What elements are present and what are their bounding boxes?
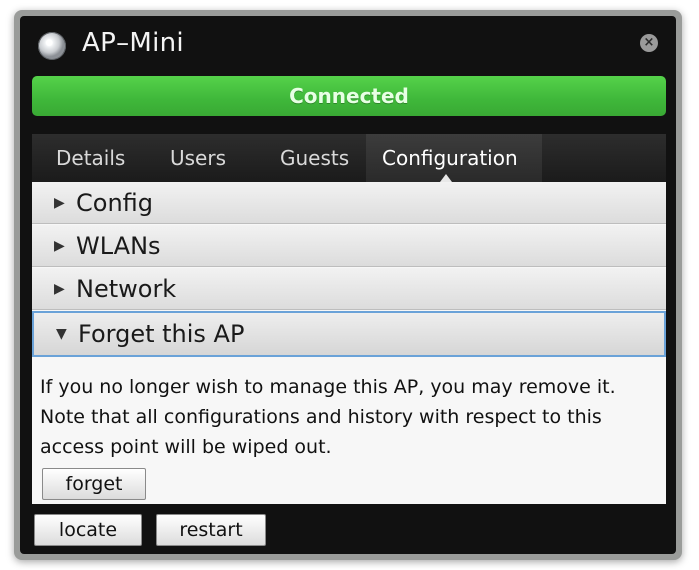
section-label: Config bbox=[76, 189, 154, 217]
tab-details[interactable]: Details bbox=[40, 134, 141, 182]
close-icon[interactable]: × bbox=[640, 34, 658, 52]
ap-device-icon bbox=[38, 32, 66, 60]
chevron-right-icon: ▶ bbox=[54, 195, 65, 211]
tab-users[interactable]: Users bbox=[154, 134, 242, 182]
section-forget-ap-header[interactable]: ▼ Forget this AP bbox=[32, 311, 666, 357]
forget-ap-description: If you no longer wish to manage this AP,… bbox=[40, 376, 616, 458]
tab-guests[interactable]: Guests bbox=[264, 134, 365, 182]
section-label: WLANs bbox=[76, 232, 161, 260]
section-label: Network bbox=[76, 275, 177, 303]
locate-button[interactable]: locate bbox=[34, 514, 142, 546]
tab-configuration[interactable]: Configuration bbox=[366, 134, 542, 182]
section-network-header[interactable]: ▶ Network bbox=[32, 268, 666, 310]
section-wlans-header[interactable]: ▶ WLANs bbox=[32, 225, 666, 267]
ap-detail-panel: AP–Mini × Connected Details Users Guests… bbox=[20, 16, 676, 554]
connection-status-bar: Connected bbox=[32, 76, 666, 116]
window-title: AP–Mini bbox=[82, 28, 184, 58]
chevron-right-icon: ▶ bbox=[54, 238, 65, 254]
active-tab-pointer bbox=[440, 174, 452, 182]
titlebar: AP–Mini × bbox=[20, 16, 676, 72]
section-label: Forget this AP bbox=[78, 320, 245, 348]
restart-button[interactable]: restart bbox=[156, 514, 266, 546]
forget-button[interactable]: forget bbox=[42, 468, 146, 500]
chevron-down-icon: ▼ bbox=[56, 326, 67, 342]
configuration-content: ▶ Config ▶ WLANs ▶ Network ▼ Forget this… bbox=[32, 182, 666, 504]
section-config-header[interactable]: ▶ Config bbox=[32, 182, 666, 224]
tab-bar: Details Users Guests Configuration bbox=[32, 134, 666, 182]
chevron-right-icon: ▶ bbox=[54, 281, 65, 297]
